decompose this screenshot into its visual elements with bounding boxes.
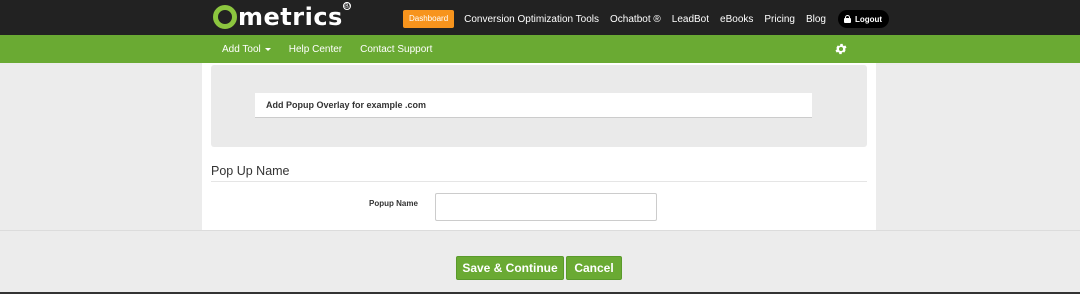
save-continue-button[interactable]: Save & Continue: [456, 256, 564, 280]
sub-navigation-bar: Add Tool Help Center Contact Support: [0, 35, 1080, 63]
nav-link-blog[interactable]: Blog: [806, 14, 826, 25]
contact-support-link[interactable]: Contact Support: [360, 44, 432, 55]
logo-o-mark: [213, 5, 237, 29]
panel-heading: Add Popup Overlay for example .com: [255, 93, 812, 118]
gear-icon[interactable]: [834, 42, 848, 56]
popup-name-input[interactable]: [435, 193, 657, 221]
section-divider: [211, 181, 867, 182]
section-title: Pop Up Name: [211, 164, 290, 178]
main-content: Add Popup Overlay for example .com Pop U…: [202, 63, 876, 230]
footer-divider: [0, 230, 1080, 231]
nav-link-ebooks[interactable]: eBooks: [720, 14, 753, 25]
logo-text: metrics: [238, 3, 343, 31]
add-tool-label: Add Tool: [222, 43, 261, 55]
nav-link-pricing[interactable]: Pricing: [764, 14, 795, 25]
panel-container: Add Popup Overlay for example .com: [211, 65, 867, 147]
caret-down-icon: [264, 47, 271, 51]
sub-nav-links: Add Tool Help Center Contact Support: [222, 35, 450, 63]
ometrics-logo[interactable]: metrics ®: [213, 2, 351, 31]
logout-label: Logout: [854, 14, 883, 24]
popup-name-label: Popup Name: [369, 199, 418, 208]
top-navigation-bar: metrics ® Dashboard Conversion Optimizat…: [0, 0, 1080, 35]
dashboard-button[interactable]: Dashboard: [403, 10, 455, 28]
add-tool-dropdown[interactable]: Add Tool: [222, 44, 271, 55]
help-center-link[interactable]: Help Center: [289, 44, 342, 55]
lock-icon: [843, 15, 851, 23]
logout-button[interactable]: Logout: [837, 10, 890, 28]
registered-mark: ®: [342, 1, 351, 10]
nav-link-ochatbot[interactable]: Ochatbot ®: [610, 14, 661, 25]
nav-link-leadbot[interactable]: LeadBot: [672, 14, 709, 25]
cancel-button[interactable]: Cancel: [566, 256, 622, 280]
top-nav-links: Dashboard Conversion Optimization Tools …: [403, 9, 890, 29]
nav-link-conversion-tools[interactable]: Conversion Optimization Tools: [464, 14, 599, 25]
